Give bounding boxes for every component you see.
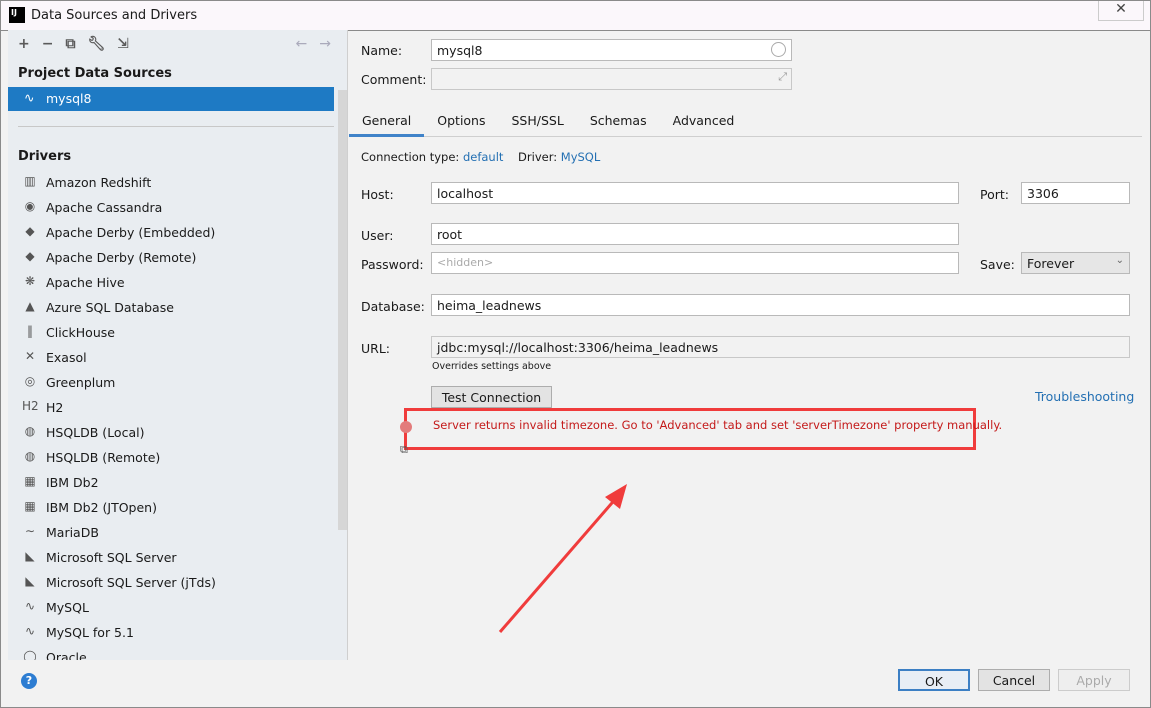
annotation-arrow [498,484,627,633]
arrow-shaft [498,495,620,633]
ok-button[interactable]: OK [898,669,970,691]
cancel-button[interactable]: Cancel [978,669,1050,691]
footer: ? OK Cancel Apply [0,660,1151,708]
help-button[interactable]: ? [21,673,37,689]
apply-button[interactable]: Apply [1058,669,1130,691]
